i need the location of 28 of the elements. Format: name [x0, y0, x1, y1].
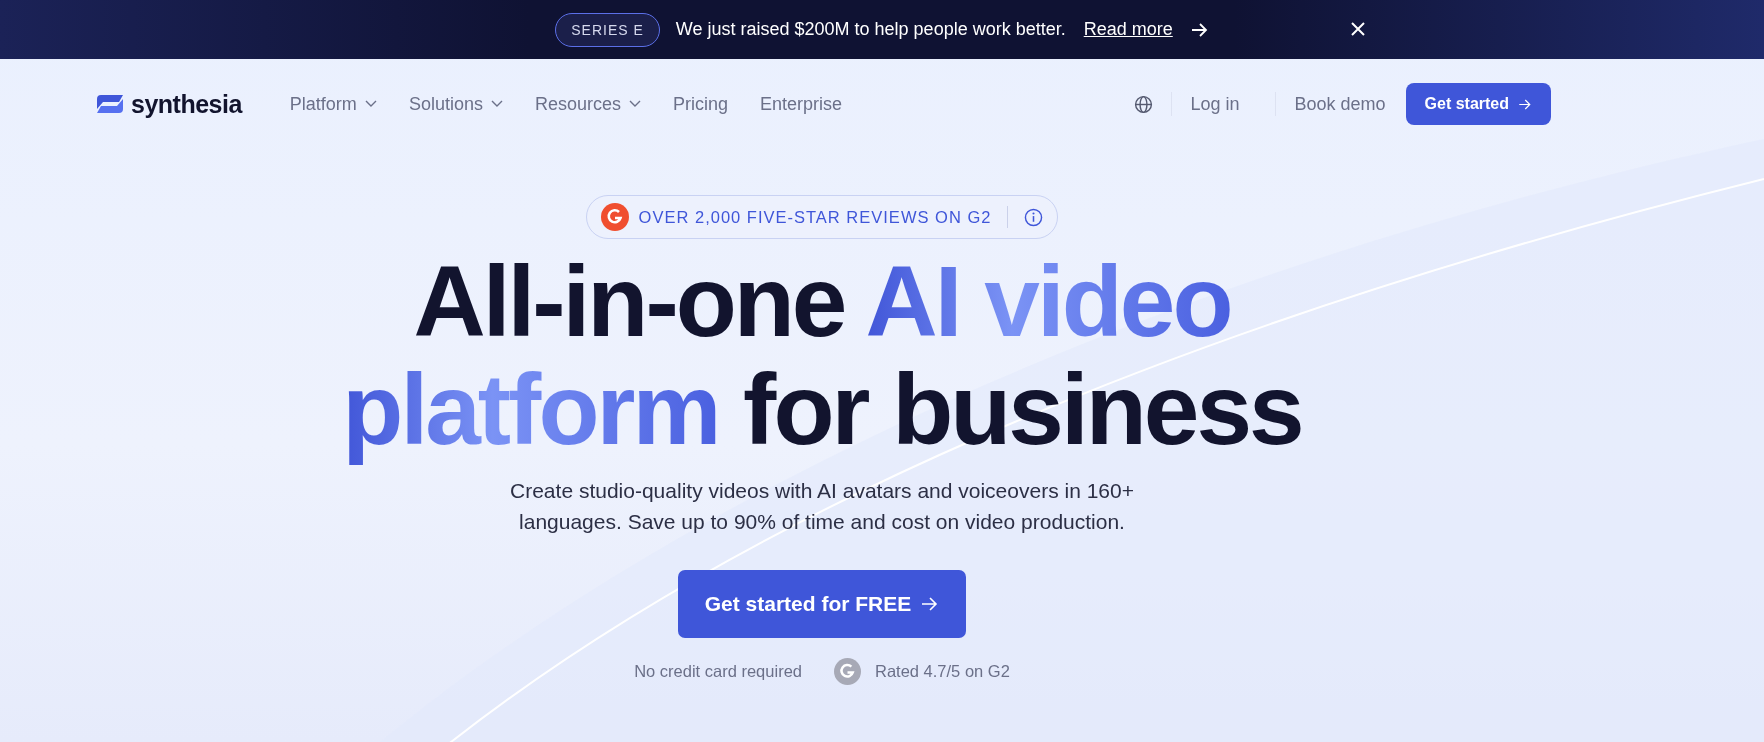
read-more-link[interactable]: Read more — [1083, 19, 1173, 40]
login-link[interactable]: Log in — [1190, 93, 1240, 115]
nav-link[interactable]: Platform — [289, 93, 377, 115]
no-credit-card-note: No credit card required — [634, 662, 802, 681]
logo-wordmark[interactable]: synthesia — [131, 89, 242, 119]
get-started-free-button[interactable]: Get started for FREE — [677, 570, 967, 638]
info-icon[interactable] — [1024, 207, 1044, 227]
globe-icon[interactable] — [1134, 94, 1154, 114]
announcement-text: We just raised $200M to help people work better. — [675, 19, 1066, 40]
logo-icon[interactable] — [95, 93, 125, 115]
g2-logo-icon — [834, 658, 861, 685]
reviews-badge[interactable]: OVER 2,000 FIVE-STAR REVIEWS ON G2 — [585, 195, 1059, 239]
book-demo-link[interactable]: Book demo — [1294, 93, 1386, 115]
nav-link[interactable]: Pricing — [673, 93, 728, 115]
nav-link[interactable]: Enterprise — [760, 93, 843, 115]
g2-logo-icon — [600, 203, 629, 231]
nav-link[interactable]: Solutions — [408, 93, 503, 115]
subtitle: Create studio-quality videos with AI avatars and voiceovers in 160+ languages. Save up to 90% of time and cost on video production. — [509, 478, 1135, 535]
rating-text: Rated 4.7/5 on G2 — [875, 662, 1010, 681]
series-tag: SERIES E — [555, 12, 660, 47]
close-icon[interactable] — [1350, 21, 1366, 37]
reviews-text: OVER 2,000 FIVE-STAR REVIEWS ON G2 — [638, 207, 992, 227]
get-started-button[interactable]: Get started — [1405, 83, 1551, 125]
chevron-down-icon — [490, 100, 503, 108]
chevron-down-icon — [364, 100, 377, 108]
nav-link[interactable]: Resources — [534, 93, 641, 115]
chevron-down-icon — [629, 100, 641, 108]
headline: All-in-one AI video platform for business — [342, 247, 1302, 463]
